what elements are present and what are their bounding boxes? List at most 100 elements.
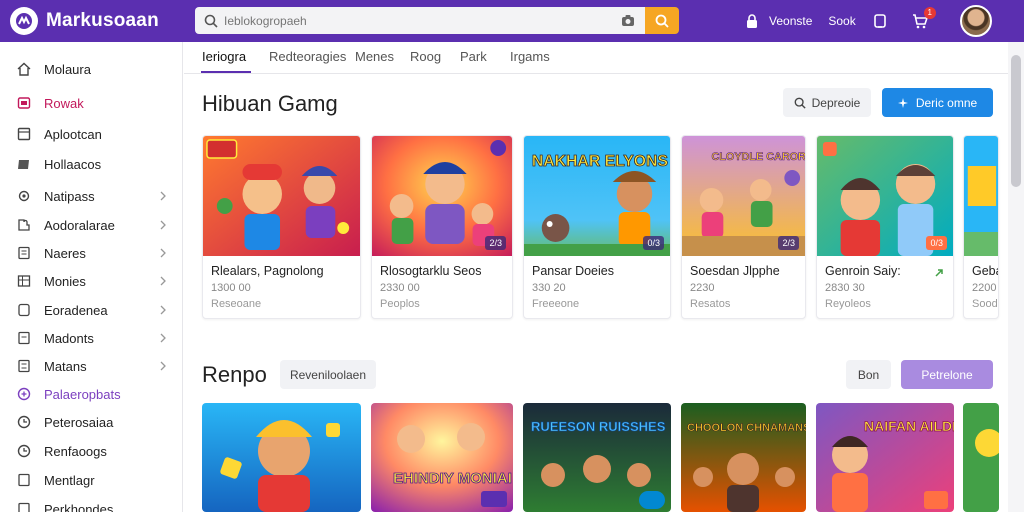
- sidebar-item-eoradenea[interactable]: Eoradenea: [0, 297, 183, 323]
- chevron-right-icon: [160, 248, 166, 258]
- scrollbar-thumb[interactable]: [1011, 55, 1021, 187]
- sparkle-icon: [897, 97, 908, 108]
- doc-icon: [18, 331, 30, 345]
- tab-2[interactable]: Menes: [355, 49, 394, 64]
- active-tab-indicator: [201, 71, 251, 73]
- sidebar-item-label: Molaura: [44, 61, 91, 77]
- card-badge: 2/3: [485, 236, 506, 250]
- account-link[interactable]: Veonste: [769, 14, 812, 28]
- button-label: Deric omne: [915, 95, 978, 110]
- search-button[interactable]: [645, 7, 679, 34]
- art-title: EHINDIY MONIAI: [393, 470, 512, 487]
- sidebar-item-naeres[interactable]: Naeres: [0, 240, 183, 266]
- sidebar-item-peterosaiaa[interactable]: Peterosaiaa: [0, 409, 183, 435]
- game-thumbnail[interactable]: [202, 403, 361, 512]
- sidebar-item-renfaoogs[interactable]: Renfaoogs: [0, 438, 183, 464]
- sidebar-item-label: Palaeropbats: [44, 386, 121, 402]
- tab-0[interactable]: Ieriogra: [202, 49, 246, 64]
- game-thumbnail[interactable]: [963, 403, 999, 512]
- card-title: Rlosogtarklu Seos: [380, 264, 482, 278]
- game-thumbnail[interactable]: NAIFAN AILDIG: [816, 403, 954, 512]
- tab-bar: Ieriogra Redteoragies Menes Roog Park Ir…: [184, 42, 1008, 74]
- extra-link[interactable]: Sook: [828, 14, 855, 28]
- logo-icon: [10, 7, 38, 35]
- game-card[interactable]: Geba 2200 Sood: [963, 135, 999, 319]
- card-price: 2330 00: [380, 282, 420, 294]
- grid-icon: [17, 127, 31, 141]
- cart-button[interactable]: 1: [912, 7, 936, 29]
- puzzle-icon: [18, 219, 30, 231]
- avatar[interactable]: [960, 5, 992, 37]
- game-card[interactable]: Rlealars, Pagnolong 1300 00 Reseoane: [202, 135, 361, 319]
- gamepad-icon: [17, 387, 31, 401]
- card-meta: Peoplos: [380, 298, 420, 310]
- top-right-nav: Veonste Sook 1: [745, 7, 952, 34]
- game-thumbnail[interactable]: RUEESON RUISSHES: [523, 403, 671, 512]
- doc-icon: [18, 473, 30, 487]
- tab-4[interactable]: Park: [460, 49, 487, 64]
- logo[interactable]: Markusoaan: [10, 7, 159, 35]
- primary-action-button[interactable]: Deric omne: [882, 88, 993, 117]
- doc-icon: [18, 359, 30, 373]
- sidebar-item-home[interactable]: Molaura: [0, 56, 183, 82]
- art-title: RUEESON RUISSHES: [531, 419, 666, 434]
- sidebar-item-label: Natipass: [44, 188, 95, 204]
- doc-icon: [18, 246, 30, 260]
- game-thumbnail[interactable]: CHOOLON CHNAMANS: [681, 403, 806, 512]
- sidebar-item-games[interactable]: Palaeropbats: [0, 381, 183, 407]
- home-icon: [17, 62, 31, 76]
- card-title: Genroin Saiy:: [825, 264, 901, 278]
- sidebar-item-perkhondes[interactable]: Perkhondes: [0, 496, 183, 512]
- sidebar-item-favorites[interactable]: Rowak: [0, 90, 183, 116]
- doc-icon: [18, 502, 30, 512]
- camera-icon[interactable]: [621, 14, 635, 27]
- logo-text: Markusoaan: [46, 10, 159, 31]
- tab-3[interactable]: Roog: [410, 49, 441, 64]
- lock-icon[interactable]: [745, 13, 759, 29]
- primary-action-button[interactable]: Petrelone: [901, 360, 993, 389]
- card-meta: Sood: [972, 298, 998, 310]
- art-title: NAIFAN AILDIG: [864, 418, 954, 434]
- game-card[interactable]: CLOYDLE CARORN 2/3 Soesdan Jlpphe 2230 R…: [681, 135, 806, 319]
- preview-button[interactable]: Depreoie: [783, 88, 871, 117]
- search-icon: [655, 14, 669, 28]
- button-label: Depreoie: [811, 95, 861, 110]
- chevron-right-icon: [160, 305, 166, 315]
- gear-icon: [18, 190, 30, 202]
- sidebar-item-holidays[interactable]: Hollaacos: [0, 151, 183, 177]
- search-bar: [195, 7, 645, 34]
- art-title: CLOYDLE CARORN: [712, 151, 805, 163]
- button-label: Petrelone: [921, 367, 973, 382]
- search-input[interactable]: [224, 13, 604, 28]
- sidebar-item-label: Peterosaiaa: [44, 414, 114, 430]
- game-thumbnail[interactable]: EHINDIY MONIAI: [371, 403, 513, 512]
- sidebar-item-natipass[interactable]: Natipass: [0, 183, 183, 209]
- card-title: Rlealars, Pagnolong: [211, 264, 324, 278]
- sidebar-item-madonts[interactable]: Madonts: [0, 325, 183, 351]
- chevron-right-icon: [160, 191, 166, 201]
- sidebar-item-matans[interactable]: Matans: [0, 353, 183, 379]
- tab-1[interactable]: Redteoragies: [269, 49, 346, 64]
- card-meta: Reseoane: [211, 298, 262, 310]
- secondary-button[interactable]: Bon: [846, 360, 891, 389]
- game-card[interactable]: 0/3 Genroin Saiy: 2830 30 Reyoleos: [816, 135, 954, 319]
- heart-icon: [17, 97, 31, 109]
- tab-5[interactable]: Irgams: [510, 49, 550, 64]
- game-card[interactable]: NAKHAR ELYONS 0/3 Pansar Doeies 330 20 F…: [523, 135, 671, 319]
- sidebar-item-mentlagr[interactable]: Mentlagr: [0, 467, 183, 493]
- filter-chip[interactable]: Reveniloolaen: [280, 360, 376, 389]
- bookmark-icon[interactable]: [872, 13, 888, 29]
- sidebar-item-label: Matans: [44, 358, 87, 374]
- chevron-right-icon: [160, 276, 166, 286]
- sidebar-item-apps[interactable]: Aplootcan: [0, 121, 183, 147]
- card-title: Geba: [972, 264, 998, 278]
- sidebar-item-label: Mentlagr: [44, 472, 95, 488]
- sidebar-item-label: Hollaacos: [44, 156, 102, 172]
- sidebar-item-monies[interactable]: Monies: [0, 268, 183, 294]
- card-badge: 2/3: [778, 236, 799, 250]
- card-badge: 0/3: [643, 236, 664, 250]
- sidebar-item-accessories[interactable]: Aodoralarae: [0, 212, 183, 238]
- card-price: 2830 30: [825, 282, 865, 294]
- game-card[interactable]: 2/3 Rlosogtarklu Seos 2330 00 Peoplos: [371, 135, 513, 319]
- game-thumbnail: [964, 136, 998, 256]
